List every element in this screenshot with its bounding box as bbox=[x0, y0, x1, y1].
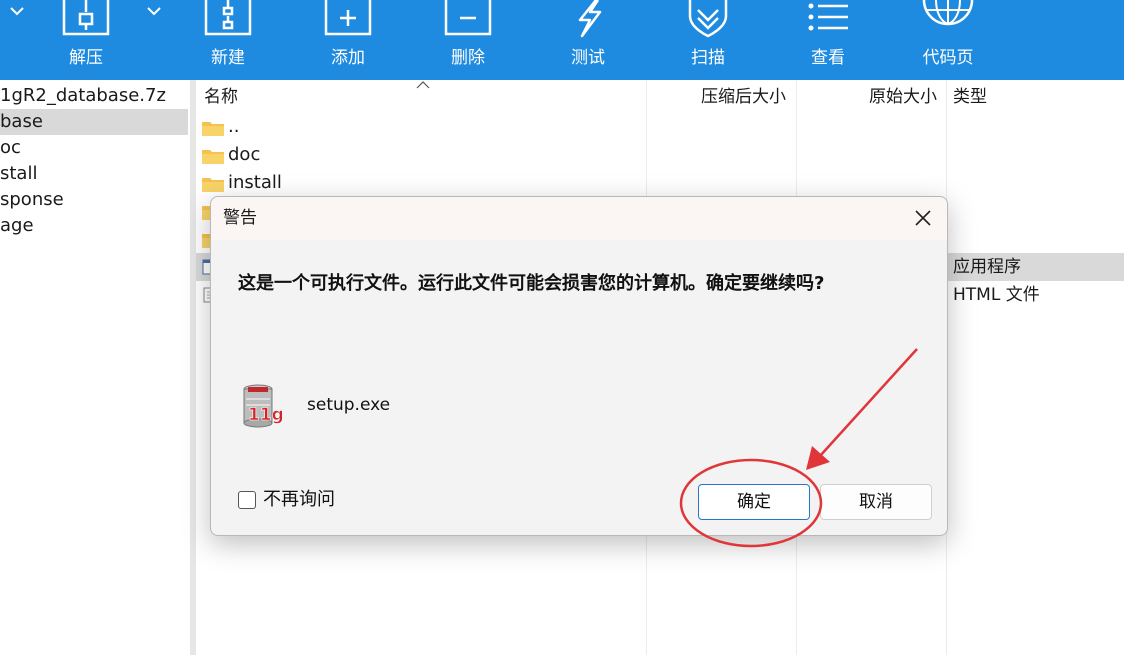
toolbar-add-button[interactable]: 添加 bbox=[298, 0, 398, 80]
file-icon-badge: 11g bbox=[248, 405, 284, 425]
tree-item-archive[interactable]: 1gR2_database.7z bbox=[0, 83, 188, 109]
tree-item-database[interactable]: base bbox=[0, 109, 188, 135]
list-item-type: HTML 文件 bbox=[953, 285, 1040, 305]
dialog-titlebar[interactable]: 警告 bbox=[211, 197, 947, 240]
ok-button[interactable]: 确定 bbox=[698, 484, 810, 520]
toolbar-test-button[interactable]: 测试 bbox=[538, 0, 638, 80]
column-header-type[interactable]: 类型 bbox=[953, 80, 987, 114]
test-icon bbox=[578, 0, 602, 38]
scan-icon bbox=[688, 0, 728, 38]
tree-item-stage[interactable]: age bbox=[0, 213, 188, 239]
list-item-name: install bbox=[228, 172, 282, 193]
column-header-name[interactable]: 名称 bbox=[204, 80, 238, 114]
toolbar-codepage-label: 代码页 bbox=[922, 48, 974, 68]
warning-dialog: 警告 这是一个可执行文件。运行此文件可能会损害您的计算机。确定要继续吗? 11g… bbox=[210, 196, 948, 536]
dialog-filename: setup.exe bbox=[307, 395, 391, 415]
dialog-message: 这是一个可执行文件。运行此文件可能会损害您的计算机。确定要继续吗? bbox=[238, 273, 825, 294]
tree-item-install[interactable]: stall bbox=[0, 161, 188, 187]
tree-item-doc[interactable]: oc bbox=[0, 135, 188, 161]
new-archive-icon bbox=[204, 0, 252, 36]
chevron-down-icon[interactable] bbox=[147, 6, 161, 16]
list-item[interactable]: doc bbox=[196, 141, 1124, 169]
toolbar-scan-label: 扫描 bbox=[691, 48, 725, 68]
extract-icon bbox=[62, 0, 110, 36]
list-item-name: doc bbox=[228, 144, 261, 165]
toolbar-add-label: 添加 bbox=[331, 48, 365, 68]
toolbar-scan-button[interactable]: 扫描 bbox=[658, 0, 758, 80]
oracle-setup-file-icon: 11g bbox=[243, 384, 284, 428]
column-header-compressed-size[interactable]: 压缩后大小 bbox=[701, 80, 786, 114]
toolbar-codepage-button[interactable]: 代码页 bbox=[898, 0, 998, 80]
toolbar-new-button[interactable]: 新建 bbox=[178, 0, 278, 80]
toolbar-delete-button[interactable]: 删除 bbox=[418, 0, 518, 80]
toolbar-view-button[interactable]: 查看 bbox=[778, 0, 878, 80]
dont-ask-again-checkbox[interactable] bbox=[238, 491, 256, 509]
list-item[interactable]: .. bbox=[196, 113, 1124, 141]
view-icon bbox=[808, 3, 848, 31]
folder-icon bbox=[202, 178, 224, 192]
tree-item-response[interactable]: sponse bbox=[0, 187, 188, 213]
sort-ascending-icon bbox=[416, 81, 430, 89]
toolbar-delete-label: 删除 bbox=[451, 48, 485, 68]
globe-icon bbox=[922, 0, 974, 26]
folder-tree: 1gR2_database.7z base oc stall sponse ag… bbox=[0, 80, 191, 655]
chevron-down-icon[interactable] bbox=[10, 6, 24, 16]
dont-ask-again-label[interactable]: 不再询问 bbox=[263, 488, 335, 512]
folder-icon bbox=[202, 122, 224, 136]
list-item[interactable]: install bbox=[196, 169, 1124, 197]
toolbar-extract-label: 解压 bbox=[69, 48, 103, 68]
column-header-original-size[interactable]: 原始大小 bbox=[869, 80, 937, 114]
add-icon bbox=[324, 0, 372, 36]
list-item-name: .. bbox=[228, 116, 240, 137]
delete-icon bbox=[444, 0, 492, 36]
cancel-button[interactable]: 取消 bbox=[820, 484, 932, 520]
toolbar-view-label: 查看 bbox=[811, 48, 845, 68]
toolbar: 解压 新建 添加 删除 测试 扫描 查看 代码页 bbox=[0, 0, 1124, 80]
dialog-close-button[interactable] bbox=[905, 200, 941, 236]
list-item-type: 应用程序 bbox=[953, 257, 1021, 277]
toolbar-extract-button[interactable]: 解压 bbox=[36, 0, 136, 80]
dialog-title: 警告 bbox=[223, 208, 257, 228]
toolbar-new-label: 新建 bbox=[211, 48, 245, 68]
close-icon bbox=[915, 210, 931, 226]
toolbar-test-label: 测试 bbox=[571, 48, 605, 68]
folder-icon bbox=[202, 150, 224, 164]
